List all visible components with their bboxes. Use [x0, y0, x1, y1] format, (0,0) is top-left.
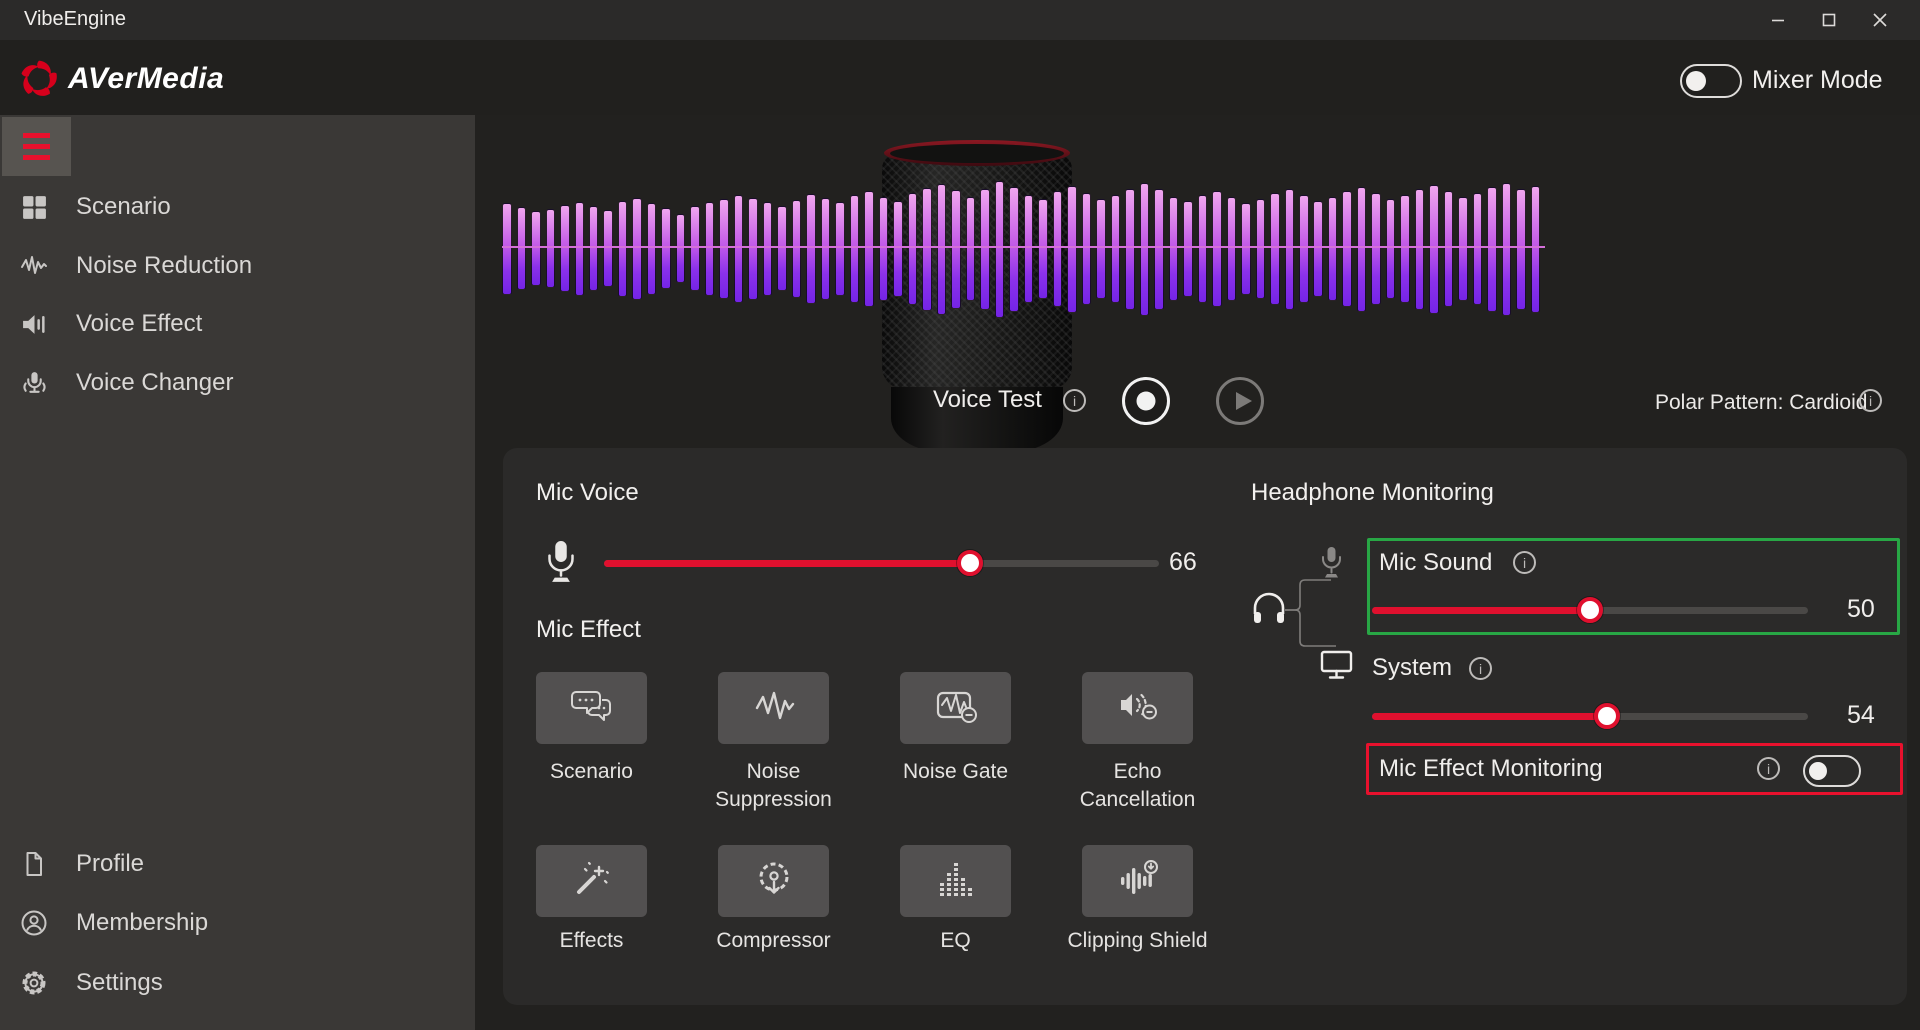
main-area: Voice Test Polar Pattern: Cardioid Mic V… [475, 115, 1920, 1030]
menu-button[interactable] [2, 117, 71, 176]
mic-effect-title: Mic Effect [536, 616, 641, 644]
slider-knob[interactable] [1577, 597, 1603, 623]
eq-bars-icon [934, 859, 978, 904]
sidebar: Scenario Noise Reduction Voice Effect Vo… [0, 115, 475, 1030]
play-icon [1236, 392, 1252, 410]
mic-source-icon [1320, 546, 1343, 585]
effect-button-eq[interactable] [900, 845, 1011, 917]
headphone-monitoring-title: Headphone Monitoring [1251, 479, 1494, 507]
effect-label: Noise Suppression [703, 758, 844, 814]
sidebar-item-label: Profile [76, 850, 144, 878]
voice-test-label: Voice Test [933, 386, 1042, 414]
grid-icon [20, 193, 48, 221]
mic-effect-monitoring-info-icon[interactable] [1757, 757, 1780, 780]
system-label: System [1372, 654, 1452, 682]
noise-gate-icon [934, 686, 978, 731]
mic-voice-value: 66 [1169, 548, 1197, 577]
minimize-icon [1771, 13, 1785, 27]
mic-sound-info-icon[interactable] [1513, 551, 1536, 574]
avermedia-logo: AVerMedia [18, 58, 224, 100]
system-slider[interactable] [1372, 702, 1808, 730]
effect-button-noise-suppression[interactable] [718, 672, 829, 744]
mic-effect-monitoring-label: Mic Effect Monitoring [1379, 755, 1603, 783]
effect-label: Noise Gate [885, 758, 1026, 786]
sidebar-item-noise-reduction[interactable]: Noise Reduction [0, 237, 475, 295]
mic-voice-slider[interactable] [604, 549, 1159, 577]
sidebar-item-profile[interactable]: Profile [0, 835, 475, 893]
record-button[interactable] [1122, 377, 1170, 425]
app-title: VibeEngine [24, 8, 126, 31]
polar-pattern-info-icon[interactable] [1859, 389, 1882, 412]
mixer-mode-label: Mixer Mode [1752, 66, 1883, 95]
system-value: 54 [1847, 701, 1875, 730]
effect-label: Compressor [703, 927, 844, 955]
compressor-gauge-icon [753, 859, 795, 904]
effect-button-compressor[interactable] [718, 845, 829, 917]
clipping-shield-icon [1116, 859, 1160, 904]
mic-sound-label: Mic Sound [1379, 549, 1492, 577]
sidebar-item-voice-changer[interactable]: Voice Changer [0, 354, 475, 412]
sidebar-item-label: Scenario [76, 193, 171, 221]
settings-panel: Mic Voice 66 Mic Effect [503, 448, 1907, 1005]
gear-icon [20, 969, 48, 997]
header: AVerMedia Mixer Mode [0, 40, 1920, 115]
toggle-knob [1686, 71, 1706, 91]
record-icon [1137, 392, 1156, 411]
minimize-button[interactable] [1755, 0, 1801, 40]
noise-wave-icon [20, 252, 48, 280]
slider-knob[interactable] [1594, 703, 1620, 729]
mic-sound-value: 50 [1847, 595, 1875, 624]
titlebar: VibeEngine [0, 0, 1920, 40]
sidebar-item-membership[interactable]: Membership [0, 894, 475, 952]
sidebar-item-label: Noise Reduction [76, 252, 252, 280]
avermedia-swirl-icon [18, 58, 60, 100]
brand-name: AVerMedia [68, 62, 224, 96]
effect-label: Clipping Shield [1067, 927, 1208, 955]
mic-waves-icon [20, 369, 48, 397]
speaker-icon [20, 310, 48, 338]
slider-knob[interactable] [957, 550, 983, 576]
noise-wave-icon [753, 687, 795, 730]
sidebar-item-voice-effect[interactable]: Voice Effect [0, 295, 475, 353]
system-info-icon[interactable] [1469, 657, 1492, 680]
mic-sound-slider[interactable] [1372, 596, 1808, 624]
close-button[interactable] [1857, 0, 1903, 40]
mic-voice-title: Mic Voice [536, 479, 639, 507]
effect-label: Scenario [521, 758, 662, 786]
play-button[interactable] [1216, 377, 1264, 425]
sidebar-item-label: Settings [76, 969, 163, 997]
sidebar-item-scenario[interactable]: Scenario [0, 178, 475, 236]
echo-cancel-icon [1116, 686, 1160, 731]
mixer-mode-toggle[interactable] [1680, 64, 1742, 98]
sidebar-item-label: Voice Changer [76, 369, 233, 397]
document-icon [20, 850, 48, 878]
chat-bubbles-icon [570, 686, 614, 731]
sidebar-item-label: Membership [76, 909, 208, 937]
toggle-knob [1809, 762, 1827, 780]
effect-button-echo-cancellation[interactable] [1082, 672, 1193, 744]
effect-button-noise-gate[interactable] [900, 672, 1011, 744]
headphone-icon [1251, 592, 1287, 631]
magic-wand-icon [571, 859, 613, 904]
maximize-button[interactable] [1806, 0, 1852, 40]
effect-button-clipping-shield[interactable] [1082, 845, 1193, 917]
maximize-icon [1822, 13, 1836, 27]
effect-label: EQ [885, 927, 1026, 955]
vibeengine-window: VibeEngine AVerMedia [0, 0, 1920, 1030]
effect-button-effects[interactable] [536, 845, 647, 917]
effect-label: Effects [521, 927, 662, 955]
effect-button-scenario[interactable] [536, 672, 647, 744]
sidebar-item-settings[interactable]: Settings [0, 954, 475, 1012]
polar-pattern-label: Polar Pattern: Cardioid [1655, 391, 1867, 415]
microphone-icon [545, 540, 577, 591]
person-circle-icon [20, 909, 48, 937]
close-icon [1873, 13, 1887, 27]
monitor-icon [1320, 650, 1353, 685]
sidebar-item-label: Voice Effect [76, 310, 202, 338]
voice-test-info-icon[interactable] [1063, 389, 1086, 412]
mic-effect-monitoring-toggle[interactable] [1803, 755, 1861, 787]
effect-label: Echo Cancellation [1067, 758, 1208, 814]
